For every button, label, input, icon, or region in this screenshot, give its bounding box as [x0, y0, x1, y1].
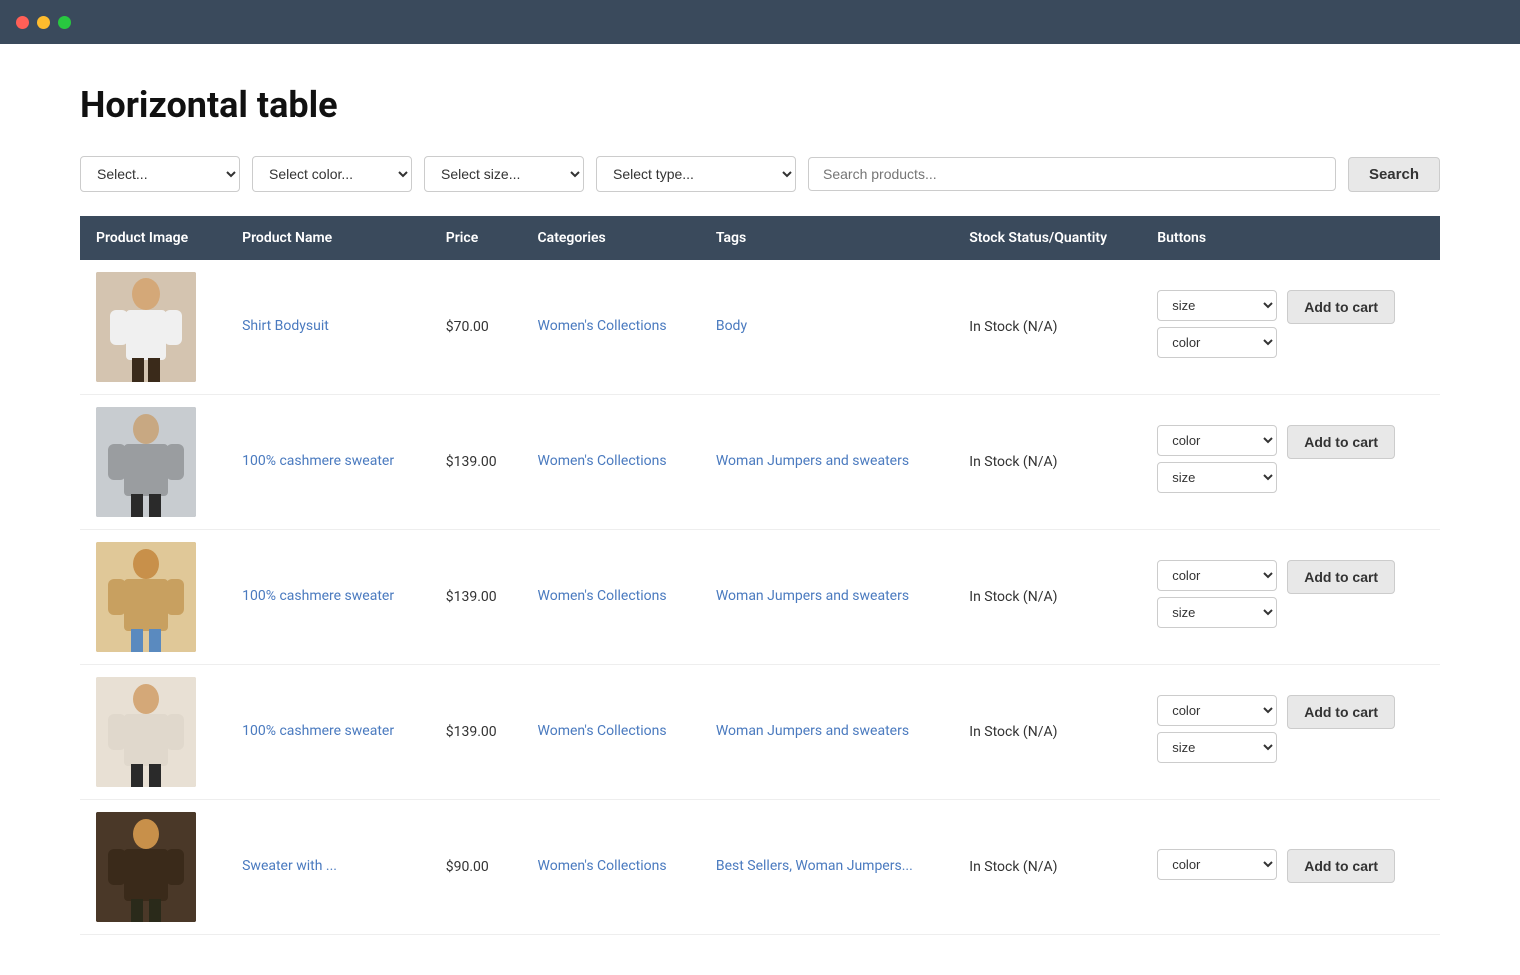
col-header-buttons: Buttons — [1141, 216, 1440, 260]
color-select-4[interactable]: color — [1157, 695, 1277, 726]
product-buttons-cell-2: color size Add to cart — [1141, 395, 1440, 530]
product-image-cell-4 — [80, 665, 226, 800]
product-tags-cell-5: Best Sellers, Woman Jumpers... — [700, 800, 953, 935]
product-tags-cell-2: Woman Jumpers and sweaters — [700, 395, 953, 530]
product-table: Product Image Product Name Price Categor… — [80, 216, 1440, 935]
table-row: 100% cashmere sweater $139.00 Women's Coll… — [80, 395, 1440, 530]
product-name-link-1[interactable]: Shirt Bodysuit — [242, 318, 329, 334]
traffic-light-green[interactable] — [58, 16, 71, 29]
product-stock-cell-5: In Stock (N/A) — [953, 800, 1141, 935]
product-name-cell-4: 100% cashmere sweater — [226, 665, 430, 800]
product-image-cell-2 — [80, 395, 226, 530]
color-select-5[interactable]: color — [1157, 849, 1277, 880]
product-image-4 — [96, 677, 196, 787]
product-name-cell-3: 100% cashmere sweater — [226, 530, 430, 665]
product-name-link-2[interactable]: 100% cashmere sweater — [242, 453, 394, 469]
product-stock-cell-3: In Stock (N/A) — [953, 530, 1141, 665]
product-image-cell-5 — [80, 800, 226, 935]
product-tag-link-4[interactable]: Woman Jumpers and sweaters — [716, 723, 909, 739]
title-bar — [0, 0, 1520, 44]
product-category-link-5[interactable]: Women's Collections — [538, 858, 667, 874]
product-category-link-1[interactable]: Women's Collections — [538, 318, 667, 334]
col-header-tags: Tags — [700, 216, 953, 260]
color-select-1[interactable]: color — [1157, 327, 1277, 358]
product-image-5 — [96, 812, 196, 922]
col-header-price: Price — [430, 216, 522, 260]
product-category-cell-5: Women's Collections — [522, 800, 700, 935]
product-tag-link-2[interactable]: Woman Jumpers and sweaters — [716, 453, 909, 469]
product-category-cell-1: Women's Collections — [522, 260, 700, 395]
table-header: Product Image Product Name Price Categor… — [80, 216, 1440, 260]
product-tag-link-3[interactable]: Woman Jumpers and sweaters — [716, 588, 909, 604]
product-image-cell-1 — [80, 260, 226, 395]
color-select-2[interactable]: color — [1157, 425, 1277, 456]
product-category-link-2[interactable]: Women's Collections — [538, 453, 667, 469]
product-tags-cell-4: Woman Jumpers and sweaters — [700, 665, 953, 800]
size-select-4[interactable]: size — [1157, 732, 1277, 763]
product-category-cell-3: Women's Collections — [522, 530, 700, 665]
select-size-dropdown[interactable]: Select size... — [424, 156, 584, 192]
product-buttons-cell-3: color size Add to cart — [1141, 530, 1440, 665]
product-name-cell-1: Shirt Bodysuit — [226, 260, 430, 395]
product-image-1 — [96, 272, 196, 382]
table-row: 100% cashmere sweater $139.00 Women's Coll… — [80, 665, 1440, 800]
product-stock-cell-2: In Stock (N/A) — [953, 395, 1141, 530]
select-color-dropdown[interactable]: Select color... — [252, 156, 412, 192]
add-to-cart-button-2[interactable]: Add to cart — [1287, 425, 1395, 459]
page-title: Horizontal table — [80, 84, 1440, 126]
size-select-1[interactable]: size — [1157, 290, 1277, 321]
search-button[interactable]: Search — [1348, 157, 1440, 192]
add-to-cart-button-4[interactable]: Add to cart — [1287, 695, 1395, 729]
col-header-name: Product Name — [226, 216, 430, 260]
col-header-image: Product Image — [80, 216, 226, 260]
product-price-cell-3: $139.00 — [430, 530, 522, 665]
size-select-2[interactable]: size — [1157, 462, 1277, 493]
product-price-cell-5: $90.00 — [430, 800, 522, 935]
product-buttons-cell-5: color Add to cart — [1141, 800, 1440, 935]
product-category-link-4[interactable]: Women's Collections — [538, 723, 667, 739]
traffic-light-red[interactable] — [16, 16, 29, 29]
page-content: Horizontal table Select... Select color.… — [0, 44, 1520, 975]
table-row: 100% cashmere sweater $139.00 Women's Coll… — [80, 530, 1440, 665]
product-name-cell-5: Sweater with ... — [226, 800, 430, 935]
product-name-link-4[interactable]: 100% cashmere sweater — [242, 723, 394, 739]
color-select-3[interactable]: color — [1157, 560, 1277, 591]
product-image-3 — [96, 542, 196, 652]
add-to-cart-button-1[interactable]: Add to cart — [1287, 290, 1395, 324]
product-category-cell-2: Women's Collections — [522, 395, 700, 530]
search-input[interactable] — [808, 157, 1336, 191]
product-category-cell-4: Women's Collections — [522, 665, 700, 800]
product-tag-link-5[interactable]: Best Sellers, Woman Jumpers... — [716, 858, 913, 874]
traffic-light-yellow[interactable] — [37, 16, 50, 29]
table-body: Shirt Bodysuit $70.00 Women's Collections B… — [80, 260, 1440, 935]
size-select-3[interactable]: size — [1157, 597, 1277, 628]
product-stock-cell-4: In Stock (N/A) — [953, 665, 1141, 800]
product-name-cell-2: 100% cashmere sweater — [226, 395, 430, 530]
add-to-cart-button-5[interactable]: Add to cart — [1287, 849, 1395, 883]
product-tag-link-1[interactable]: Body — [716, 318, 747, 334]
select-product-dropdown[interactable]: Select... — [80, 156, 240, 192]
col-header-categories: Categories — [522, 216, 700, 260]
add-to-cart-button-3[interactable]: Add to cart — [1287, 560, 1395, 594]
product-price-cell-2: $139.00 — [430, 395, 522, 530]
product-tags-cell-3: Woman Jumpers and sweaters — [700, 530, 953, 665]
product-stock-cell-1: In Stock (N/A) — [953, 260, 1141, 395]
product-image-2 — [96, 407, 196, 517]
select-type-dropdown[interactable]: Select type... — [596, 156, 796, 192]
table-row: Sweater with ... $90.00 Women's Collection… — [80, 800, 1440, 935]
product-name-link-3[interactable]: 100% cashmere sweater — [242, 588, 394, 604]
product-category-link-3[interactable]: Women's Collections — [538, 588, 667, 604]
product-buttons-cell-4: color size Add to cart — [1141, 665, 1440, 800]
product-buttons-cell-1: size color Add to cart — [1141, 260, 1440, 395]
product-price-cell-4: $139.00 — [430, 665, 522, 800]
product-tags-cell-1: Body — [700, 260, 953, 395]
col-header-stock: Stock Status/Quantity — [953, 216, 1141, 260]
table-row: Shirt Bodysuit $70.00 Women's Collections B… — [80, 260, 1440, 395]
filters-bar: Select... Select color... Select size...… — [80, 156, 1440, 192]
product-price-cell-1: $70.00 — [430, 260, 522, 395]
product-image-cell-3 — [80, 530, 226, 665]
product-name-link-5[interactable]: Sweater with ... — [242, 858, 337, 874]
